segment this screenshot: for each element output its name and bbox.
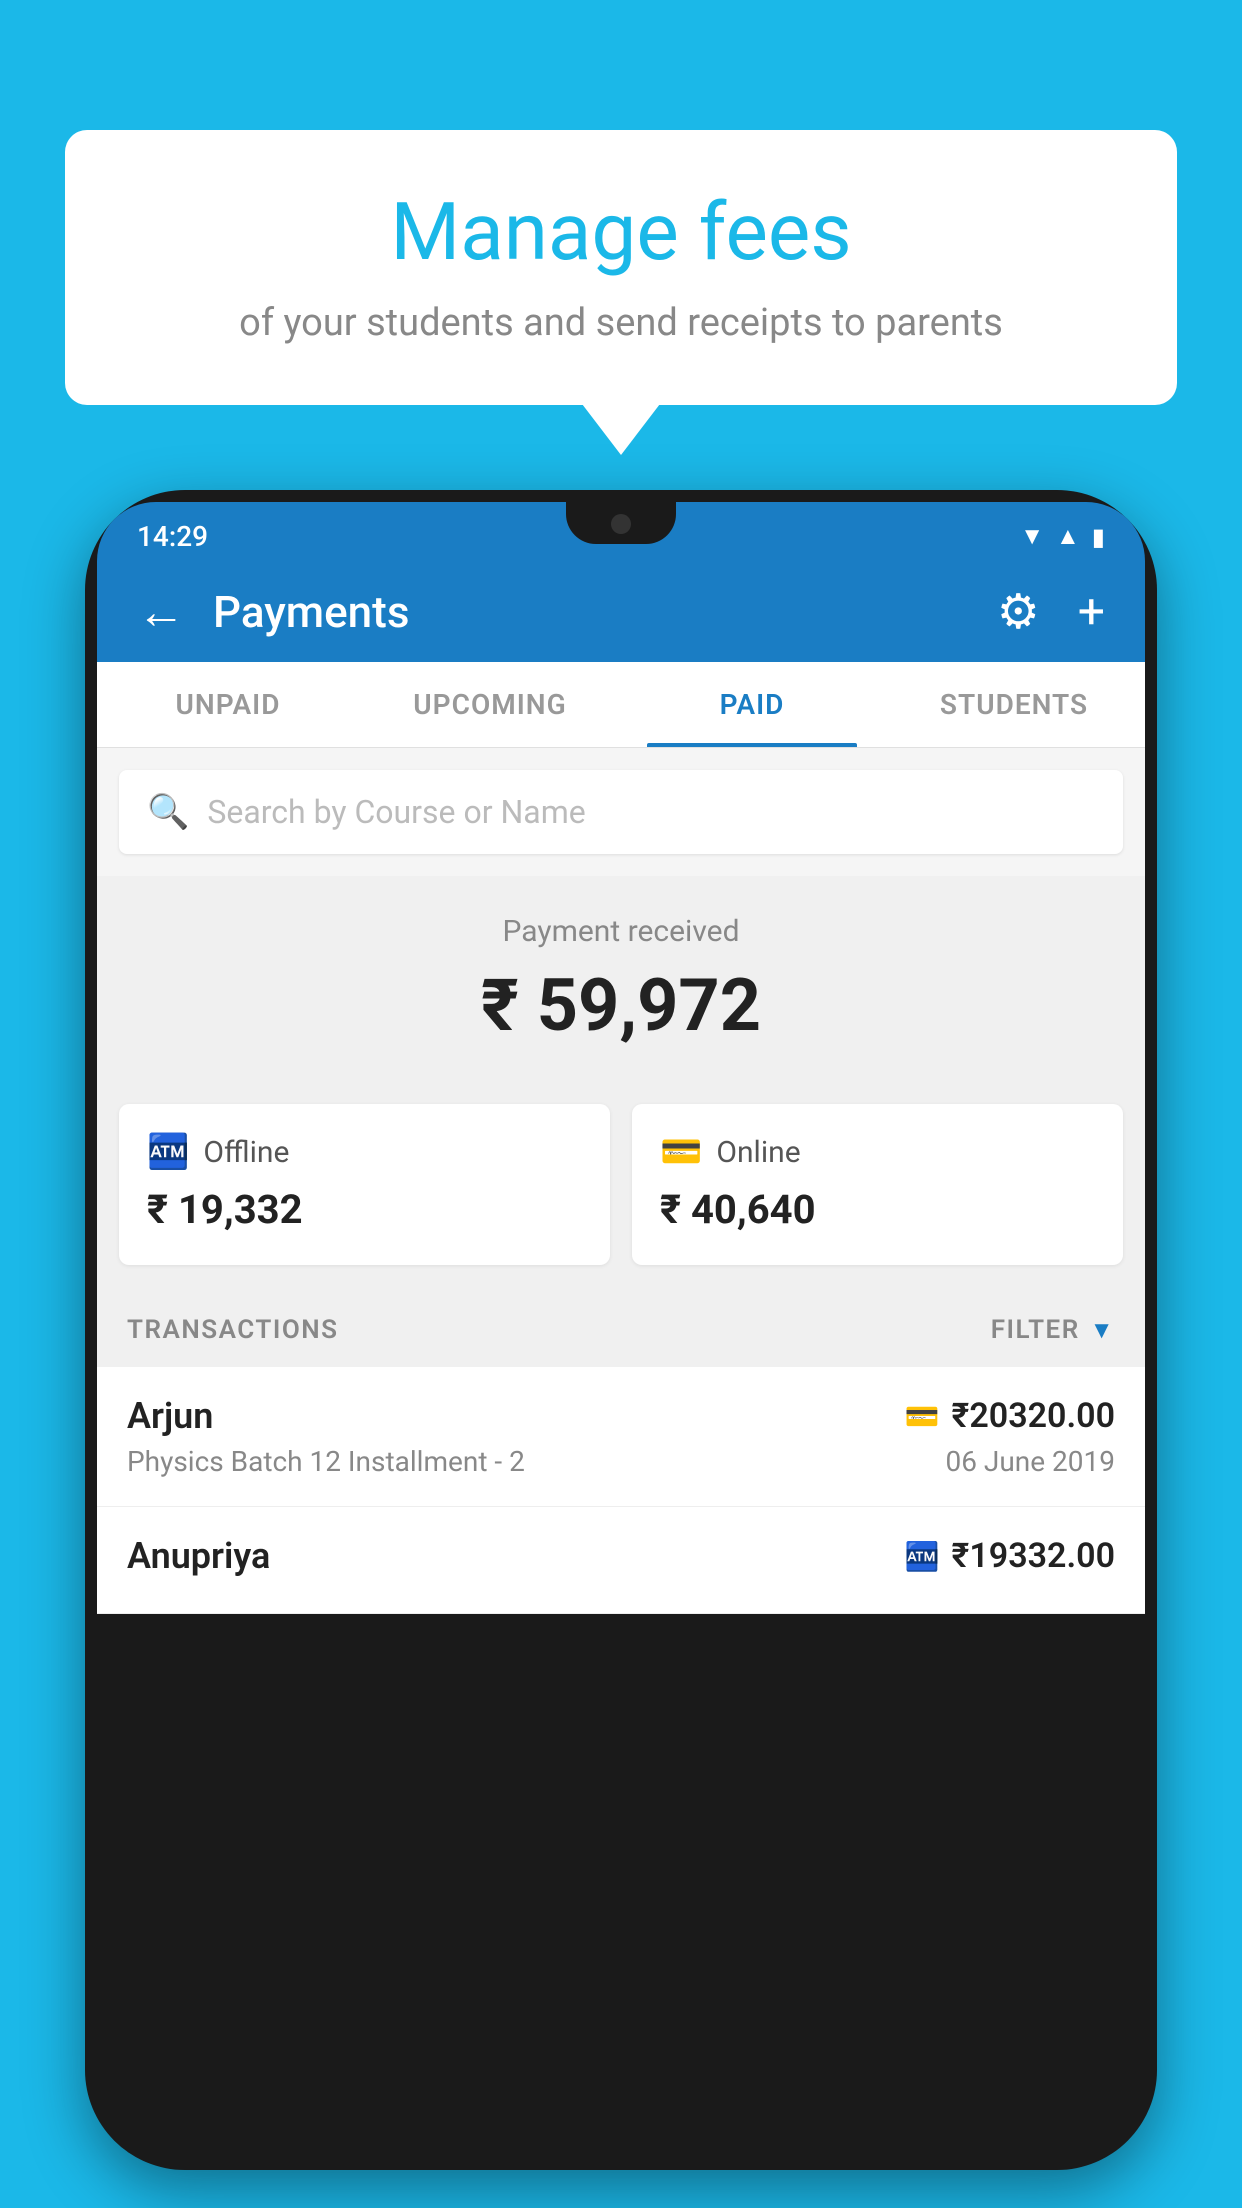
signal-icon: ▲	[1056, 522, 1080, 551]
search-icon: 🔍	[147, 792, 189, 832]
filter-button[interactable]: FILTER ▼	[991, 1315, 1115, 1345]
back-button[interactable]: ←	[137, 583, 185, 640]
transaction-amount-wrap-2: 🏧 ₹19332.00	[905, 1536, 1115, 1576]
online-card: 💳 Online ₹ 40,640	[632, 1104, 1123, 1265]
tabs-container: UNPAID UPCOMING PAID STUDENTS	[97, 662, 1145, 748]
filter-text: FILTER	[991, 1315, 1080, 1345]
transaction-name: Arjun	[127, 1395, 213, 1437]
transaction-date: 06 June 2019	[945, 1445, 1115, 1478]
status-icons: ▼ ▲ ▮	[1020, 522, 1105, 551]
filter-icon: ▼	[1090, 1316, 1115, 1345]
payment-cards: 🏧 Offline ₹ 19,332 💳 Online ₹ 40,640	[97, 1076, 1145, 1293]
transaction-amount-wrap: 💳 ₹20320.00	[905, 1396, 1115, 1436]
status-time: 14:29	[137, 520, 208, 553]
battery-icon: ▮	[1092, 523, 1105, 551]
transaction-row-bottom: Physics Batch 12 Installment - 2 06 June…	[127, 1445, 1115, 1478]
transaction-row-top: Arjun 💳 ₹20320.00	[127, 1395, 1115, 1437]
transaction-name-2: Anupriya	[127, 1535, 270, 1577]
offline-card-header: 🏧 Offline	[147, 1132, 582, 1172]
card-icon: 💳	[905, 1400, 940, 1433]
transactions-header: TRANSACTIONS FILTER ▼	[97, 1293, 1145, 1367]
tab-students[interactable]: STUDENTS	[883, 662, 1145, 747]
cash-icon: 🏧	[905, 1540, 940, 1573]
transactions-label: TRANSACTIONS	[127, 1315, 339, 1345]
online-amount: ₹ 40,640	[660, 1186, 1095, 1233]
app-bar-right: ⚙ +	[997, 583, 1105, 640]
phone-notch	[566, 502, 676, 544]
offline-label: Offline	[203, 1135, 289, 1170]
offline-icon: 🏧	[147, 1132, 189, 1172]
offline-card: 🏧 Offline ₹ 19,332	[119, 1104, 610, 1265]
speech-bubble: Manage fees of your students and send re…	[65, 130, 1177, 405]
search-placeholder: Search by Course or Name	[207, 793, 585, 831]
search-bar[interactable]: 🔍 Search by Course or Name	[119, 770, 1123, 854]
online-label: Online	[716, 1135, 800, 1170]
transaction-course: Physics Batch 12 Installment - 2	[127, 1445, 525, 1478]
transaction-item-anupriya[interactable]: Anupriya 🏧 ₹19332.00	[97, 1507, 1145, 1614]
app-bar-left: ← Payments	[137, 583, 409, 640]
app-bar: ← Payments ⚙ +	[97, 561, 1145, 662]
transaction-row-top-2: Anupriya 🏧 ₹19332.00	[127, 1535, 1115, 1577]
transaction-amount-2: ₹19332.00	[952, 1536, 1115, 1576]
settings-icon[interactable]: ⚙	[997, 583, 1040, 640]
transaction-item-arjun[interactable]: Arjun 💳 ₹20320.00 Physics Batch 12 Insta…	[97, 1367, 1145, 1507]
bubble-subtitle: of your students and send receipts to pa…	[125, 301, 1117, 345]
payment-received-label: Payment received	[119, 914, 1123, 949]
phone-container: 14:29 ▼ ▲ ▮ ← Payments ⚙ + UNPAID UPCOMI…	[85, 490, 1157, 2208]
tab-upcoming[interactable]: UPCOMING	[359, 662, 621, 747]
offline-amount: ₹ 19,332	[147, 1186, 582, 1233]
payment-total-amount: ₹ 59,972	[119, 963, 1123, 1048]
bubble-title: Manage fees	[125, 185, 1117, 279]
transaction-amount: ₹20320.00	[952, 1396, 1115, 1436]
phone-screen: 🔍 Search by Course or Name Payment recei…	[97, 748, 1145, 1614]
camera-notch	[611, 514, 631, 534]
payment-summary: Payment received ₹ 59,972	[97, 876, 1145, 1076]
add-icon[interactable]: +	[1078, 583, 1105, 640]
tab-paid[interactable]: PAID	[621, 662, 883, 747]
speech-bubble-container: Manage fees of your students and send re…	[65, 130, 1177, 405]
wifi-icon: ▼	[1020, 522, 1044, 551]
status-bar: 14:29 ▼ ▲ ▮	[97, 502, 1145, 561]
tab-unpaid[interactable]: UNPAID	[97, 662, 359, 747]
app-bar-title: Payments	[213, 586, 409, 638]
phone-frame: 14:29 ▼ ▲ ▮ ← Payments ⚙ + UNPAID UPCOMI…	[85, 490, 1157, 2170]
online-icon: 💳	[660, 1132, 702, 1172]
online-card-header: 💳 Online	[660, 1132, 1095, 1172]
